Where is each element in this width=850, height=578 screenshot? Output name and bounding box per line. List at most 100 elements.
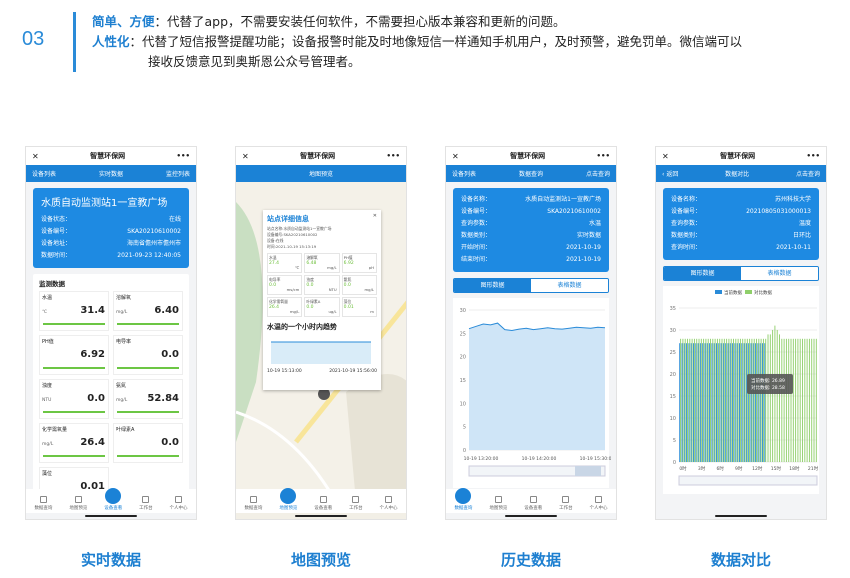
metric-cell[interactable]: PH值 6.92 <box>39 335 109 375</box>
bar[interactable] <box>695 343 697 462</box>
bar[interactable] <box>769 334 771 462</box>
bar[interactable] <box>680 338 682 462</box>
bar[interactable] <box>697 343 699 462</box>
bar[interactable] <box>682 338 684 462</box>
zoom-handle[interactable] <box>575 466 601 476</box>
bar[interactable] <box>712 338 714 462</box>
bar[interactable] <box>725 343 727 462</box>
bar[interactable] <box>741 343 743 462</box>
bar[interactable] <box>709 343 711 462</box>
bar[interactable] <box>760 338 762 462</box>
bar[interactable] <box>726 338 728 462</box>
bar[interactable] <box>739 338 741 462</box>
close-icon[interactable]: ✕ <box>452 152 459 161</box>
bar[interactable] <box>756 338 757 462</box>
bar[interactable] <box>748 343 750 462</box>
tab-back[interactable]: ‹ 返回 <box>662 169 678 178</box>
graph-view-button[interactable]: 图形数据 <box>454 279 531 292</box>
nav-item[interactable]: 数据查询 <box>244 496 262 511</box>
close-icon[interactable]: ✕ <box>662 152 669 161</box>
nav-item[interactable]: 数据查询 <box>454 488 472 511</box>
bar[interactable] <box>719 338 721 462</box>
bar[interactable] <box>684 338 686 462</box>
bar[interactable] <box>757 343 759 462</box>
bar[interactable] <box>762 343 763 462</box>
bar[interactable] <box>783 338 785 462</box>
tab-click-query[interactable]: 点击查询 <box>586 169 610 178</box>
nav-item[interactable]: 地图预览 <box>489 496 507 511</box>
bar[interactable] <box>683 343 685 462</box>
bar[interactable] <box>728 338 730 462</box>
bar[interactable] <box>720 343 722 462</box>
nav-item[interactable]: 设备查看 <box>314 496 332 511</box>
metric-cell[interactable]: 电导率 0.0 <box>113 335 183 375</box>
bar[interactable] <box>734 343 736 462</box>
bar[interactable] <box>686 343 688 462</box>
nav-item[interactable]: 工作台 <box>349 496 363 511</box>
bar[interactable] <box>804 338 806 462</box>
bar[interactable] <box>722 343 724 462</box>
bar[interactable] <box>730 338 732 462</box>
bar[interactable] <box>710 338 711 462</box>
metric-cell[interactable]: 水温 ℃ 31.4 <box>39 291 109 331</box>
tab-map[interactable]: 地图预览 <box>309 169 333 178</box>
bar[interactable] <box>729 343 731 462</box>
bar[interactable] <box>704 343 706 462</box>
more-icon[interactable]: ••• <box>387 152 400 160</box>
nav-item[interactable]: 地图预览 <box>279 488 297 511</box>
metric-cell[interactable]: 浊度 NTU 0.0 <box>39 379 109 419</box>
bar[interactable] <box>808 338 810 462</box>
bar[interactable] <box>699 343 701 462</box>
bar[interactable] <box>765 338 767 462</box>
bar[interactable] <box>755 343 757 462</box>
nav-item[interactable]: 设备查看 <box>524 496 542 511</box>
zoom-slider[interactable] <box>678 475 818 486</box>
bar[interactable] <box>790 338 792 462</box>
bar[interactable] <box>727 343 729 462</box>
bar[interactable] <box>772 330 774 462</box>
bar[interactable] <box>737 338 739 462</box>
bar[interactable] <box>696 338 698 462</box>
bar[interactable] <box>750 343 752 462</box>
bar[interactable] <box>792 338 794 462</box>
bar[interactable] <box>781 338 783 462</box>
bar[interactable] <box>716 343 717 462</box>
bar[interactable] <box>691 338 693 462</box>
bar[interactable] <box>735 338 737 462</box>
bar[interactable] <box>785 338 787 462</box>
nav-item[interactable]: 工作台 <box>139 496 153 511</box>
tab-realtime[interactable]: 实时数据 <box>99 169 123 178</box>
bar[interactable] <box>716 338 718 462</box>
bar[interactable] <box>749 338 751 462</box>
bar[interactable] <box>733 338 734 462</box>
bar[interactable] <box>753 338 755 462</box>
bar[interactable] <box>681 343 683 462</box>
graph-view-button[interactable]: 图形数据 <box>664 267 741 280</box>
bar[interactable] <box>742 338 744 462</box>
bar[interactable] <box>687 338 688 462</box>
bar[interactable] <box>815 338 817 462</box>
bar[interactable] <box>705 338 707 462</box>
more-icon[interactable]: ••• <box>807 152 820 160</box>
metric-cell[interactable]: 氨氮 mg/L 52.84 <box>113 379 183 419</box>
nav-item[interactable]: 数据查询 <box>34 496 52 511</box>
bar[interactable] <box>698 338 700 462</box>
table-view-button[interactable]: 表格数据 <box>741 267 818 280</box>
bar[interactable] <box>764 343 766 462</box>
tab-data-query[interactable]: 数据查询 <box>519 169 543 178</box>
tab-device-list[interactable]: 设备列表 <box>452 169 476 178</box>
bar[interactable] <box>776 330 778 462</box>
close-icon[interactable]: ✕ <box>32 152 39 161</box>
bar[interactable] <box>752 343 754 462</box>
tab-compare[interactable]: 数据对比 <box>725 169 749 178</box>
bar[interactable] <box>746 338 748 462</box>
tab-monitor[interactable]: 监控列表 <box>166 169 190 178</box>
bar[interactable] <box>797 338 799 462</box>
bar[interactable] <box>795 338 797 462</box>
bar[interactable] <box>802 338 803 462</box>
bar[interactable] <box>706 343 708 462</box>
bar[interactable] <box>721 338 723 462</box>
bar[interactable] <box>788 338 790 462</box>
tab-device-list[interactable]: 设备列表 <box>32 169 56 178</box>
popup-close-icon[interactable]: ✕ <box>373 213 377 219</box>
